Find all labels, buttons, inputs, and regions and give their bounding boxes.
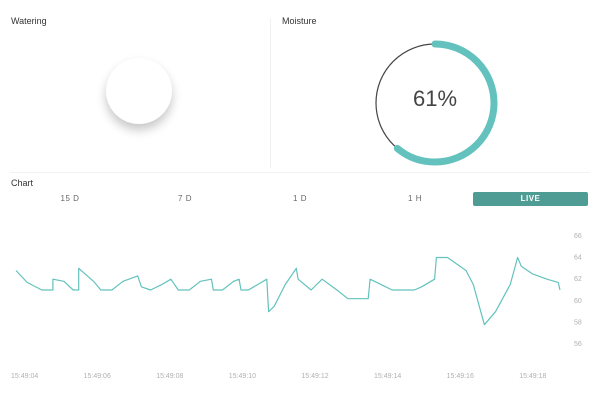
y-tick-label: 56 [574, 341, 582, 348]
y-tick-label: 66 [574, 233, 582, 240]
series-line [15, 256, 561, 326]
x-tick-label: 15:49:08 [156, 373, 183, 380]
x-tick-label: 15:49:16 [447, 373, 474, 380]
tab-1h[interactable]: 1 H [355, 192, 475, 206]
y-tick-label: 64 [574, 255, 582, 262]
x-tick-label: 15:49:14 [374, 373, 401, 380]
watering-toggle-button[interactable] [106, 58, 172, 124]
section-divider [10, 172, 590, 173]
moisture-line-chart: 56 58 60 62 64 66 15:49:04 15:49:06 15:49:08 15:4… [11, 233, 582, 380]
y-tick-label: 58 [574, 320, 582, 327]
watering-title: Watering [11, 16, 47, 26]
tab-live[interactable]: LIVE [473, 192, 588, 206]
x-tick-label: 15:49:18 [519, 373, 546, 380]
chart-range-tabs: 15 D 7 D 1 D 1 H LIVE [10, 192, 590, 208]
moisture-title: Moisture [282, 16, 317, 26]
tab-15d[interactable]: 15 D [10, 192, 130, 206]
y-tick-label: 60 [574, 298, 582, 305]
tab-7d[interactable]: 7 D [125, 192, 245, 206]
chart-title: Chart [11, 178, 34, 188]
x-tick-label: 15:49:04 [11, 373, 38, 380]
moisture-value: 61% [412, 86, 458, 111]
tab-1d[interactable]: 1 D [240, 192, 360, 206]
x-tick-label: 15:49:10 [229, 373, 256, 380]
x-tick-label: 15:49:12 [301, 373, 328, 380]
y-tick-label: 62 [574, 276, 582, 283]
panel-divider [270, 18, 271, 168]
x-tick-label: 15:49:06 [84, 373, 111, 380]
